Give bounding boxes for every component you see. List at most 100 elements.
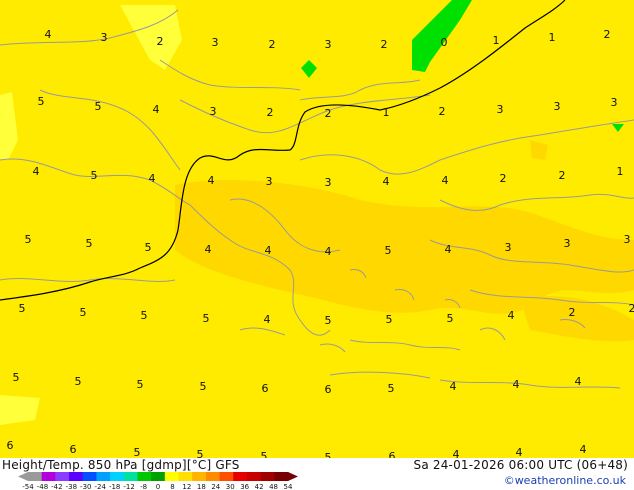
temperature-label: 5 xyxy=(24,233,32,246)
legend-tick-label: -24 xyxy=(95,483,107,490)
temperature-label: 5 xyxy=(140,309,148,322)
temperature-label: 2 xyxy=(156,35,164,48)
temperature-label: 5 xyxy=(202,312,210,325)
legend-tick-label: 8 xyxy=(170,483,174,490)
temperature-label: 1 xyxy=(492,34,500,47)
legend-swatch xyxy=(137,472,152,481)
temperature-label: 1 xyxy=(616,165,624,178)
temperature-label: 5 xyxy=(199,380,207,393)
temperature-label: 5 xyxy=(85,237,93,250)
temperature-label: 1 xyxy=(548,31,556,44)
legend-ticks: -54 -48 -42 -38 -30 -24 -18 -12 -8 0 8 12 18 24 30 36 42… xyxy=(22,483,293,490)
temperature-label: 4 xyxy=(512,378,520,391)
legend-swatch xyxy=(246,472,262,481)
temperature-label: 3 xyxy=(553,100,561,113)
temperature-label: 4 xyxy=(579,443,587,456)
temperature-label: 1 xyxy=(382,106,390,119)
legend-tick-label: -38 xyxy=(66,483,77,490)
temperature-label: 4 xyxy=(207,174,215,187)
forecast-datetime: Sa 24-01-2026 06:00 UTC (06+48) xyxy=(413,458,628,472)
temperature-label: 2 xyxy=(603,28,611,41)
temperature-label: 5 xyxy=(446,312,454,325)
legend-swatch xyxy=(260,472,275,481)
map-canvas xyxy=(0,0,634,458)
temperature-label: 3 xyxy=(563,237,571,250)
temperature-label: 2 xyxy=(438,105,446,118)
legend-tick-label: -30 xyxy=(80,483,91,490)
temperature-label: 5 xyxy=(324,314,332,327)
legend-tick-label: -42 xyxy=(51,483,62,490)
legend-swatch xyxy=(219,472,234,481)
temperature-label: 5 xyxy=(74,375,82,388)
legend-tick-label: -18 xyxy=(109,483,120,490)
temperature-label: 4 xyxy=(44,28,52,41)
temperature-label: 4 xyxy=(263,313,271,326)
temperature-label: 5 xyxy=(37,95,45,108)
legend-swatch xyxy=(192,472,207,481)
temperature-label: 2 xyxy=(499,172,507,185)
temperature-label: 4 xyxy=(32,165,40,178)
temperature-label: 4 xyxy=(152,103,160,116)
temperature-label: 5 xyxy=(385,313,393,326)
map-title: Height/Temp. 850 hPa [gdmp][°C] GFS xyxy=(2,458,240,472)
legend-swatch xyxy=(110,472,125,481)
credit-link[interactable]: ©weatheronline.co.uk xyxy=(504,474,626,487)
temperature-label: 6 xyxy=(6,439,14,452)
legend-tick-label: 12 xyxy=(182,483,191,490)
legend-tick-label: -8 xyxy=(140,483,147,490)
temperature-label: 3 xyxy=(496,103,504,116)
legend-tick-label: 0 xyxy=(156,483,160,490)
legend-swatch xyxy=(96,472,111,481)
temperature-label: 3 xyxy=(504,241,512,254)
temperature-label: 5 xyxy=(12,371,20,384)
temperature-label: 2 xyxy=(266,106,274,119)
temperature-label: 3 xyxy=(610,96,618,109)
legend-swatch xyxy=(274,472,289,481)
temperature-label: 4 xyxy=(444,243,452,256)
temperature-label: 4 xyxy=(264,244,272,257)
temperature-label: 6 xyxy=(69,443,77,456)
temperature-label: 5 xyxy=(136,378,144,391)
legend-tick-label: 54 xyxy=(284,483,293,490)
footer: Height/Temp. 850 hPa [gdmp][°C] GFS Sa 2… xyxy=(0,458,634,490)
temperature-label: 6 xyxy=(261,382,269,395)
color-legend: -54 -48 -42 -38 -30 -24 -18 -12 -8 0 8 12 18 24 30 36 42… xyxy=(18,472,298,490)
legend-swatch xyxy=(82,472,97,481)
legend-tick-label: 42 xyxy=(255,483,264,490)
temperature-label: 2 xyxy=(628,302,634,315)
temperature-label: 4 xyxy=(204,243,212,256)
temperature-label: 3 xyxy=(324,38,332,51)
legend-tick-label: 24 xyxy=(211,483,220,490)
temperature-label: 4 xyxy=(441,174,449,187)
temperature-label: 2 xyxy=(324,107,332,120)
legend-swatch xyxy=(233,472,248,481)
temperature-label: 3 xyxy=(623,233,631,246)
temperature-label: 5 xyxy=(384,244,392,257)
temperature-label: 4 xyxy=(449,380,457,393)
temperature-label: 4 xyxy=(148,172,156,185)
legend-swatch xyxy=(41,472,56,481)
temperature-label: 5 xyxy=(144,241,152,254)
temperature-label: 4 xyxy=(324,245,332,258)
legend-tick-label: 36 xyxy=(240,483,249,490)
legend-swatch xyxy=(28,472,43,481)
temperature-label: 3 xyxy=(211,36,219,49)
legend-tick-label: 48 xyxy=(269,483,278,490)
temperature-label: 5 xyxy=(79,306,87,319)
temperature-label: 5 xyxy=(387,382,395,395)
temperature-label: 6 xyxy=(324,383,332,396)
legend-arrow-left xyxy=(18,472,28,481)
legend-swatch xyxy=(69,472,84,481)
legend-swatch xyxy=(55,472,70,481)
legend-tick-label: 30 xyxy=(226,483,235,490)
temperature-label: 2 xyxy=(380,38,388,51)
temperature-label: 3 xyxy=(100,31,108,44)
legend-bar xyxy=(18,472,298,481)
temperature-label: 2 xyxy=(568,306,576,319)
temperature-label: 4 xyxy=(574,375,582,388)
temperature-label: 3 xyxy=(324,176,332,189)
legend-swatch xyxy=(178,472,193,481)
temperature-label: 2 xyxy=(558,169,566,182)
legend-swatch xyxy=(151,472,166,481)
legend-swatch xyxy=(123,472,138,481)
